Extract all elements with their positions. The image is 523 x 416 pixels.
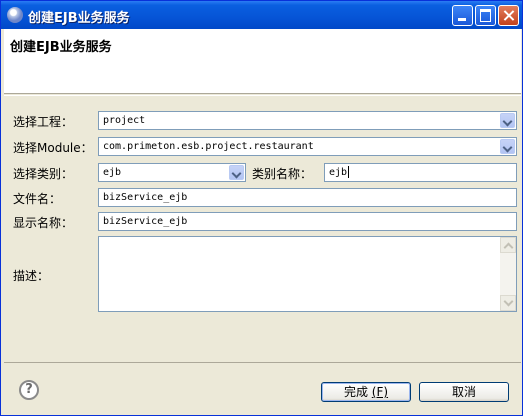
scroll-up-icon[interactable]	[500, 237, 516, 253]
filename-input[interactable]: bizService_ejb	[98, 188, 517, 207]
finish-button-label: 完成	[343, 385, 368, 399]
window-title: 创建EJB业务服务	[28, 11, 130, 26]
footer-divider	[4, 362, 521, 363]
dialog-window: 创建EJB业务服务 创建EJB业务服务 选择工程： project 选择Modu…	[0, 0, 523, 416]
finish-button[interactable]: 完成 (F)	[321, 382, 411, 402]
chevron-down-icon[interactable]	[500, 139, 515, 154]
minimize-button[interactable]	[452, 5, 473, 26]
category-label: 选择类别：	[13, 167, 74, 181]
maximize-button[interactable]	[475, 5, 496, 26]
cancel-button-label: 取消	[451, 385, 476, 399]
display-name-value: bizService_ejb	[103, 216, 188, 227]
header-divider	[4, 95, 521, 96]
filename-label: 文件名：	[13, 192, 62, 206]
category-name-value: ejb	[329, 167, 348, 178]
close-button[interactable]	[498, 5, 519, 26]
chevron-down-icon[interactable]	[229, 165, 244, 180]
filename-value: bizService_ejb	[103, 192, 188, 203]
chevron-down-icon[interactable]	[500, 113, 515, 128]
category-name-input[interactable]: ejb	[324, 163, 517, 182]
help-icon[interactable]: ?	[19, 380, 39, 400]
module-select[interactable]: com.primeton.esb.project.restaurant	[98, 137, 517, 156]
app-icon	[7, 7, 23, 23]
cancel-button[interactable]: 取消	[419, 382, 509, 402]
project-value: project	[103, 115, 146, 126]
display-name-label: 显示名称：	[13, 216, 74, 230]
module-value: com.primeton.esb.project.restaurant	[103, 141, 314, 152]
header-title: 创建EJB业务服务	[10, 40, 112, 55]
description-label: 描述：	[13, 269, 50, 283]
category-select[interactable]: ejb	[98, 163, 246, 182]
description-textarea[interactable]	[98, 236, 517, 312]
scroll-down-icon[interactable]	[500, 295, 516, 311]
finish-mnemonic: (F)	[371, 385, 389, 399]
module-label: 选择Module：	[13, 141, 93, 155]
description-scrollbar[interactable]	[500, 237, 516, 311]
project-select[interactable]: project	[98, 111, 517, 130]
title-bar[interactable]: 创建EJB业务服务	[1, 1, 522, 29]
project-label: 选择工程：	[13, 115, 74, 129]
display-name-input[interactable]: bizService_ejb	[98, 212, 517, 231]
wizard-header: 创建EJB业务服务	[4, 29, 521, 94]
category-value: ejb	[103, 167, 122, 178]
text-cursor	[348, 166, 350, 178]
category-name-label: 类别名称：	[252, 167, 313, 181]
